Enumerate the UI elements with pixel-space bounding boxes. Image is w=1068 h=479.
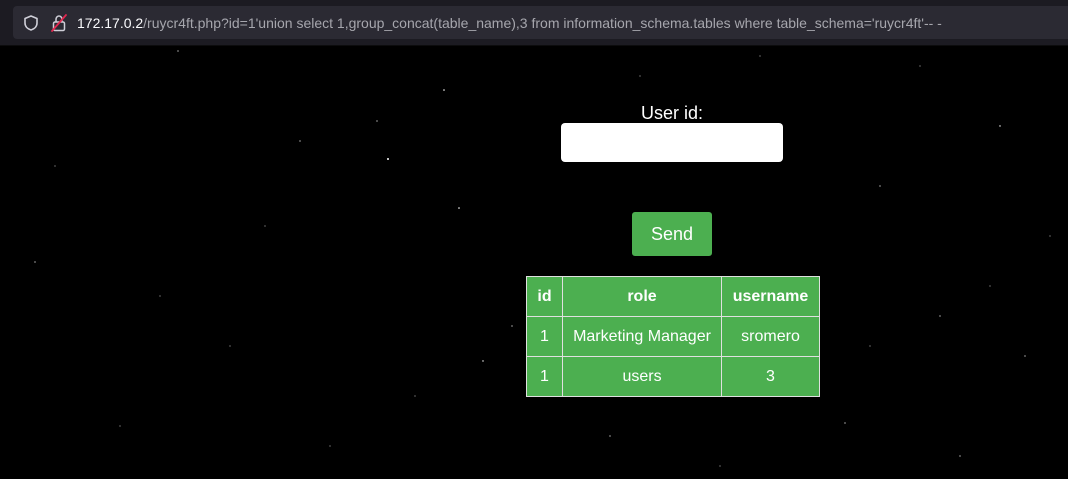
cell-role: Marketing Manager [562, 316, 722, 357]
results-table: id role username 1 Marketing Manager sro… [526, 276, 820, 397]
table-header-row: id role username [526, 276, 820, 317]
url-path: /ruycr4ft.php?id=1'union select 1,group_… [143, 15, 942, 31]
cell-username: sromero [721, 316, 820, 357]
table-row: 1 users 3 [526, 356, 820, 397]
url-text[interactable]: 172.17.0.2/ruycr4ft.php?id=1'union selec… [77, 14, 942, 32]
browser-toolbar: 172.17.0.2/ruycr4ft.php?id=1'union selec… [0, 0, 1068, 46]
column-header-role: role [562, 276, 722, 317]
cell-id: 1 [526, 356, 563, 397]
cell-id: 1 [526, 316, 563, 357]
userid-label: User id: [640, 103, 703, 123]
insecure-lock-icon[interactable] [51, 14, 67, 32]
userid-input[interactable] [561, 123, 783, 162]
send-button[interactable]: Send [632, 212, 712, 256]
column-header-username: username [721, 276, 820, 317]
cell-role: users [562, 356, 722, 397]
column-header-id: id [526, 276, 563, 317]
table-row: 1 Marketing Manager sromero [526, 316, 820, 357]
url-host: 172.17.0.2 [77, 15, 144, 31]
shield-icon[interactable] [23, 15, 39, 31]
cell-username: 3 [721, 356, 820, 397]
starfield-background [34, 50, 1051, 467]
